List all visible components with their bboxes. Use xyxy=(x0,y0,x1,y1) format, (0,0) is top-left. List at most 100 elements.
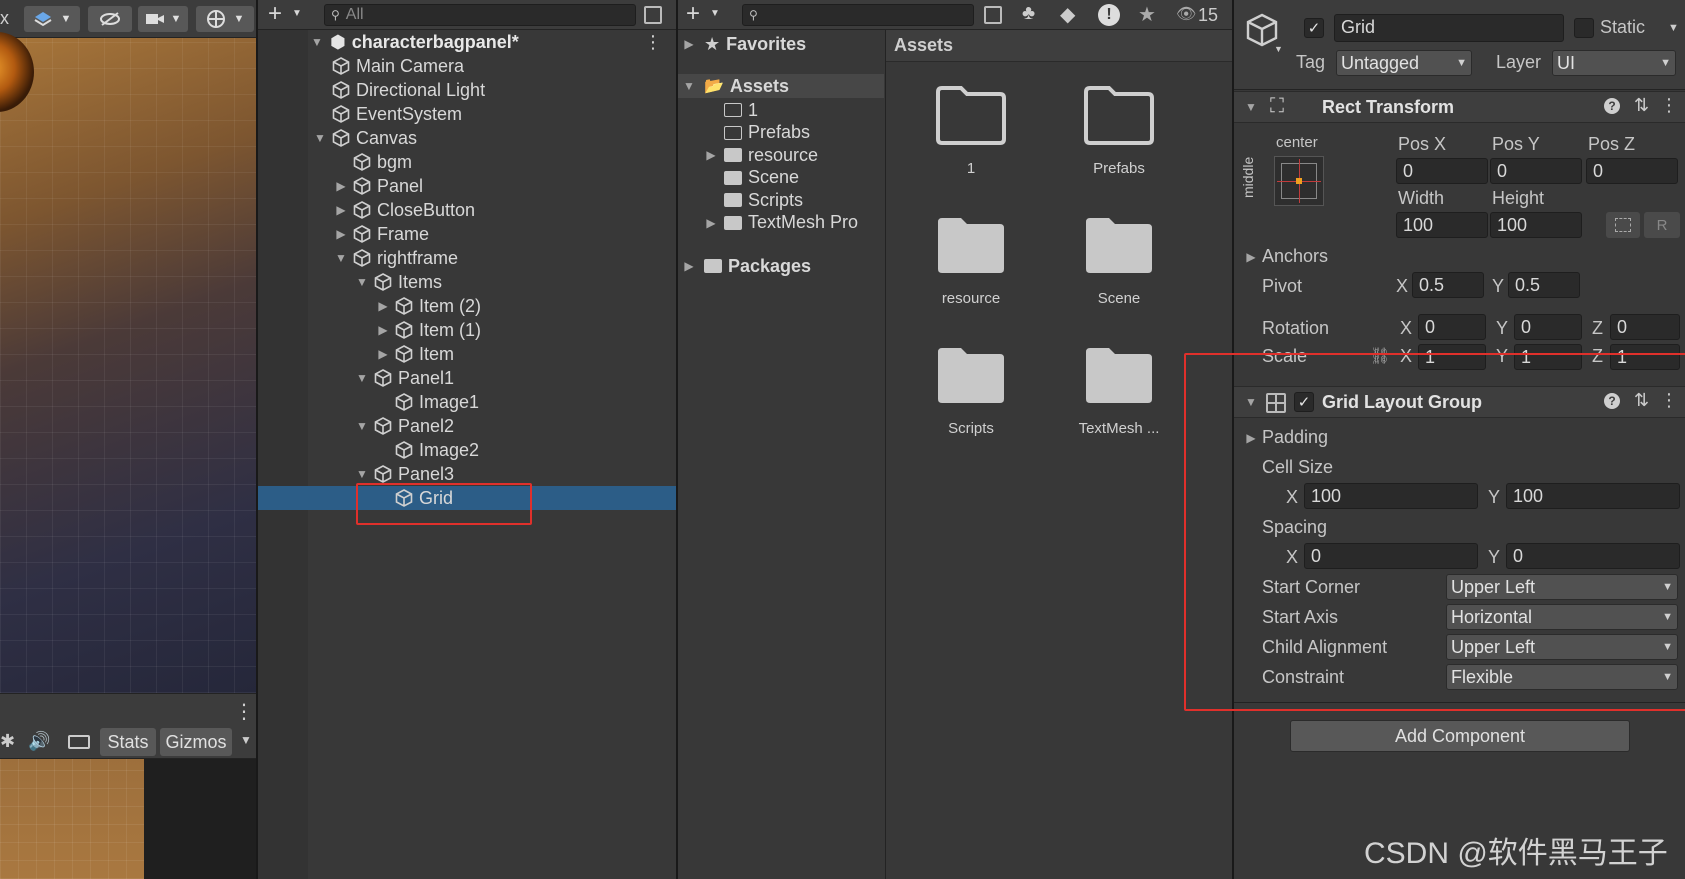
search-options-icon[interactable] xyxy=(984,6,1002,24)
visibility-toggle[interactable] xyxy=(88,6,132,32)
expand-arrow-icon[interactable]: ▼ xyxy=(313,131,327,145)
gizmo-dropdown[interactable]: ▼ xyxy=(196,6,254,32)
expand-arrow-icon[interactable]: ▶ xyxy=(682,259,696,273)
layer-dropdown[interactable]: UI ▼ xyxy=(1552,50,1676,76)
hierarchy-search-input[interactable]: ⚲ All xyxy=(324,4,636,26)
height-field[interactable]: 100 xyxy=(1490,212,1582,238)
hierarchy-item[interactable]: ▼ Items xyxy=(258,270,676,294)
hierarchy-item[interactable]: ▼ Canvas xyxy=(258,126,676,150)
hierarchy-item[interactable]: Image2 xyxy=(258,438,676,462)
favorite-star-icon[interactable]: ★ xyxy=(1138,2,1156,27)
more-options-icon[interactable]: ⋮ xyxy=(234,699,254,724)
expand-arrow-icon[interactable]: ▶ xyxy=(334,227,348,241)
anchors-row[interactable]: ▶ Anchors xyxy=(1244,246,1328,267)
search-options-icon[interactable] xyxy=(644,6,662,24)
posy-field[interactable]: 0 xyxy=(1490,158,1582,184)
hierarchy-item[interactable]: ▶ Item (2) xyxy=(258,294,676,318)
close-icon[interactable]: x xyxy=(0,8,9,29)
asset-grid-item[interactable]: Prefabs xyxy=(1054,84,1184,204)
anchor-preset-button[interactable] xyxy=(1274,156,1324,206)
expand-arrow-icon[interactable]: ▼ xyxy=(355,371,369,385)
add-icon[interactable]: + xyxy=(268,0,282,28)
asset-grid-item[interactable]: Scene xyxy=(1054,214,1184,334)
audio-icon[interactable]: 🔊 xyxy=(28,731,50,752)
expand-arrow-icon[interactable]: ▶ xyxy=(682,37,696,51)
gizmos-dropdown-arrow[interactable]: ▼ xyxy=(240,733,252,747)
asset-folder-item[interactable]: Prefabs xyxy=(704,121,810,145)
warning-icon[interactable]: ! xyxy=(1098,4,1120,26)
component-menu-icon[interactable]: ⋮ xyxy=(1660,95,1678,116)
scene-canvas[interactable] xyxy=(0,32,256,693)
hierarchy-root[interactable]: ▼ ⬢ characterbagpanel* ⋮ xyxy=(310,30,676,54)
expand-arrow-icon[interactable]: ▼ xyxy=(355,275,369,289)
expand-arrow-icon[interactable]: ▼ xyxy=(310,35,324,49)
asset-grid-item[interactable]: 1 xyxy=(906,84,1036,204)
preset-sliders-icon[interactable]: ⇅ xyxy=(1634,95,1649,116)
hierarchy-item[interactable]: Image1 xyxy=(258,390,676,414)
pivot-y-field[interactable]: 0.5 xyxy=(1508,272,1580,298)
pivot-x-field[interactable]: 0.5 xyxy=(1412,272,1484,298)
rotation-z-field[interactable]: 0 xyxy=(1610,314,1680,340)
gizmos-button[interactable]: Gizmos xyxy=(160,728,232,756)
hierarchy-item[interactable]: ▼ Panel1 xyxy=(258,366,676,390)
add-component-button[interactable]: Add Component xyxy=(1290,720,1630,752)
filter-type-icon[interactable]: ♣ xyxy=(1022,2,1035,25)
asset-folder-item[interactable]: Scripts xyxy=(704,188,803,212)
packages-item[interactable]: ▶ Packages xyxy=(682,254,811,278)
rotation-y-field[interactable]: 0 xyxy=(1514,314,1582,340)
keyboard-icon[interactable] xyxy=(68,735,90,749)
rotation-x-field[interactable]: 0 xyxy=(1418,314,1486,340)
active-checkbox[interactable]: ✓ xyxy=(1304,18,1324,38)
width-field[interactable]: 100 xyxy=(1396,212,1488,238)
asset-folder-item[interactable]: Scene xyxy=(704,166,799,190)
asset-grid-item[interactable]: resource xyxy=(906,214,1036,334)
asset-folder-item[interactable]: 1 xyxy=(704,98,758,122)
posx-field[interactable]: 0 xyxy=(1396,158,1488,184)
static-checkbox[interactable] xyxy=(1574,18,1594,38)
add-dropdown-arrow[interactable]: ▼ xyxy=(292,8,302,19)
hierarchy-item[interactable]: bgm xyxy=(258,150,676,174)
expand-arrow-icon[interactable]: ▶ xyxy=(704,148,718,162)
expand-arrow-icon[interactable]: ▼ xyxy=(334,251,348,265)
camera-dropdown[interactable]: ▼ xyxy=(138,6,188,32)
root-menu-icon[interactable]: ⋮ xyxy=(644,32,662,53)
label-tag-icon[interactable]: ◆ xyxy=(1060,2,1075,27)
hierarchy-item[interactable]: ▼ Panel2 xyxy=(258,414,676,438)
icon-dropdown-arrow[interactable]: ▼ xyxy=(1274,44,1283,54)
asset-folder-item[interactable]: ▶ resource xyxy=(704,143,818,167)
expand-arrow-icon[interactable]: ▶ xyxy=(376,323,390,337)
hierarchy-item[interactable]: EventSystem xyxy=(258,102,676,126)
bug-icon[interactable]: ✱ xyxy=(0,731,15,752)
blueprint-mode-button[interactable] xyxy=(1606,212,1640,238)
hierarchy-item[interactable]: Main Camera xyxy=(258,54,676,78)
expand-arrow-icon[interactable]: ▼ xyxy=(682,79,696,93)
asset-grid-item[interactable]: TextMesh ... xyxy=(1054,344,1184,464)
assets-breadcrumb[interactable]: Assets xyxy=(894,35,953,56)
raw-edit-button[interactable]: R xyxy=(1644,212,1680,238)
expand-arrow-icon[interactable]: ▶ xyxy=(704,216,718,230)
asset-grid-item[interactable]: Scripts xyxy=(906,344,1036,464)
hidden-packages-icon[interactable]: 👁 xyxy=(1176,4,1196,24)
hierarchy-item[interactable]: ▶ Frame xyxy=(258,222,676,246)
tag-dropdown[interactable]: Untagged ▼ xyxy=(1336,50,1472,76)
expand-arrow-icon[interactable]: ▶ xyxy=(376,347,390,361)
expand-arrow-icon[interactable]: ▶ xyxy=(334,179,348,193)
scene-view[interactable]: x ▼ ▼ ▼ ⋮ ✱ 🔊 Stats Gizmos ▼ xyxy=(0,0,256,879)
hierarchy-item[interactable]: ▶ Panel xyxy=(258,174,676,198)
favorites-item[interactable]: ▶ ★ Favorites xyxy=(682,32,806,56)
expand-arrow-icon[interactable]: ▶ xyxy=(334,203,348,217)
hierarchy-item[interactable]: ▶ CloseButton xyxy=(258,198,676,222)
expand-arrow-icon[interactable]: ▶ xyxy=(376,299,390,313)
project-search-input[interactable]: ⚲ xyxy=(742,4,974,26)
layers-button[interactable]: ▼ xyxy=(24,6,80,32)
create-dropdown-arrow[interactable]: ▼ xyxy=(710,8,720,19)
rect-transform-header[interactable]: ▼ ⛶ Rect Transform ? ⇅ ⋮ xyxy=(1234,91,1685,123)
hierarchy-item[interactable]: ▶ Item xyxy=(258,342,676,366)
posz-field[interactable]: 0 xyxy=(1586,158,1678,184)
asset-folder-item[interactable]: ▶ TextMesh Pro xyxy=(704,211,858,235)
hierarchy-item[interactable]: ▼ rightframe xyxy=(258,246,676,270)
assets-item[interactable]: ▼ 📂 Assets xyxy=(678,74,884,98)
fold-arrow-icon[interactable]: ▼ xyxy=(1244,100,1258,114)
expand-arrow-icon[interactable]: ▼ xyxy=(355,467,369,481)
stats-button[interactable]: Stats xyxy=(100,728,156,756)
